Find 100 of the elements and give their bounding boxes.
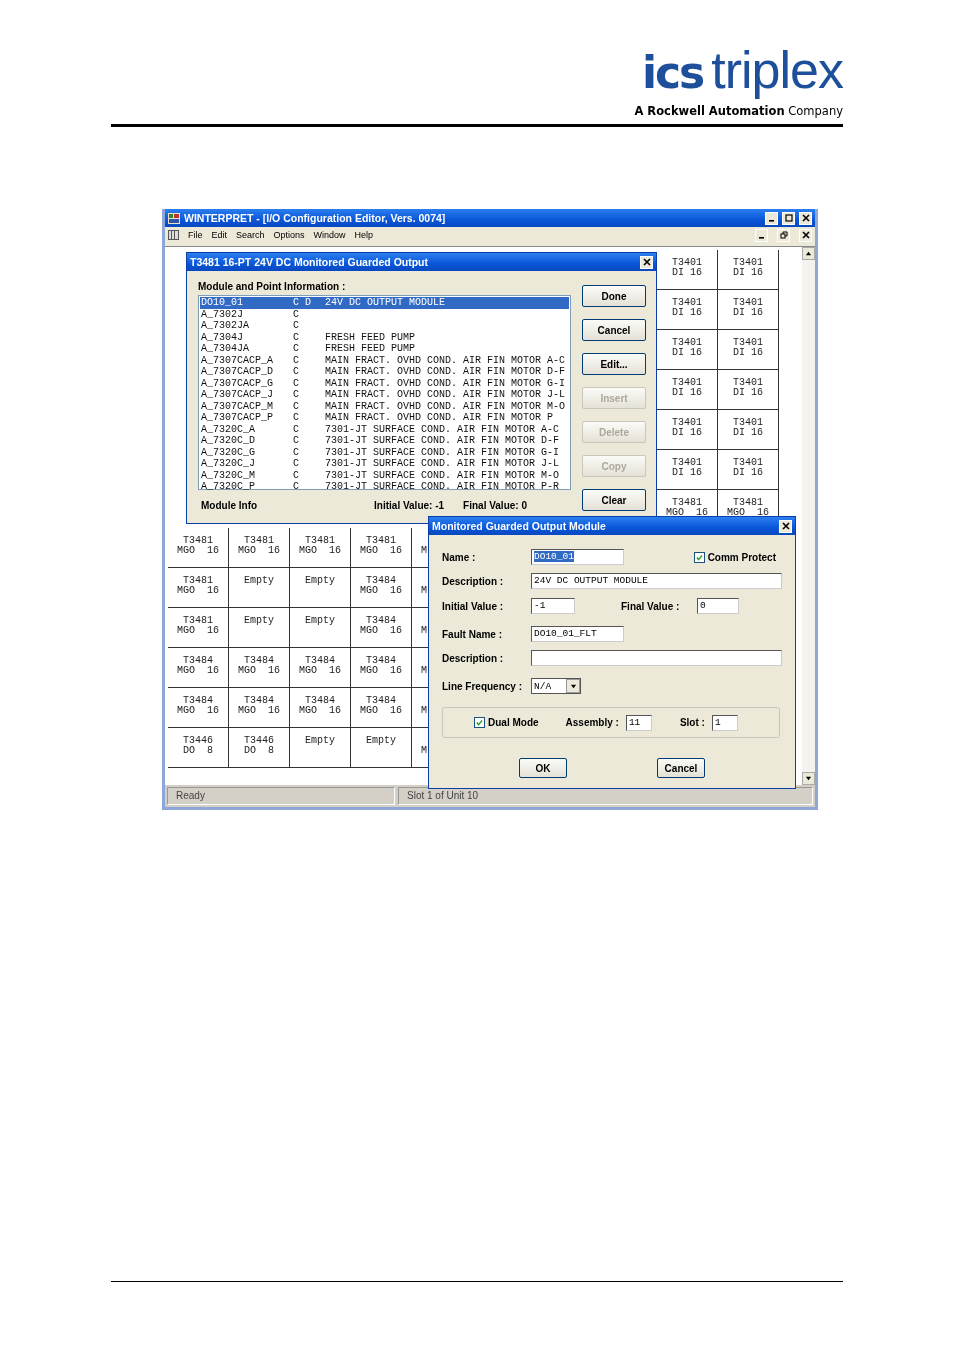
dialog-button[interactable]: Cancel bbox=[657, 758, 705, 778]
menu-item[interactable]: Edit bbox=[211, 230, 228, 240]
minimize-button[interactable] bbox=[765, 211, 778, 225]
field-label: Description : bbox=[442, 652, 505, 664]
field-label: Slot : bbox=[679, 717, 705, 728]
module-slot-cell[interactable]: T3401 DI 16 bbox=[718, 290, 779, 330]
module-slot-cell[interactable]: T3484 MGO 16 bbox=[290, 648, 351, 688]
dialog-button[interactable]: Cancel bbox=[582, 319, 646, 341]
description-field[interactable]: 24V DC OUTPUT MODULE bbox=[531, 573, 782, 589]
point-row[interactable]: A_7320C_G C 7301-JT SURFACE COND. AIR FIN MOTOR G-I bbox=[200, 446, 569, 458]
name-field[interactable]: DO10_01 bbox=[531, 549, 624, 565]
logo-tagline: A Rockwell Automation Company bbox=[634, 104, 843, 118]
field-label: Assembly : bbox=[565, 717, 619, 728]
module-slot-cell[interactable]: Empty bbox=[290, 568, 351, 608]
dialog-button[interactable]: Edit... bbox=[582, 353, 646, 375]
module-slot-cell[interactable]: T3401 DI 16 bbox=[718, 450, 779, 490]
point-row[interactable]: A_7304J C FRESH FEED PUMP bbox=[200, 331, 569, 343]
module-slot-cell[interactable]: T3401 DI 16 bbox=[718, 330, 779, 370]
close-icon bbox=[781, 522, 790, 530]
point-row[interactable]: A_7320C_P C 7301-JT SURFACE COND. AIR FIN MOTOR P-R bbox=[200, 481, 569, 493]
module-slot-cell[interactable]: Empty bbox=[351, 728, 412, 768]
module-slot-cell[interactable]: T3481 MGO 16 bbox=[168, 568, 229, 608]
menu-item[interactable]: Window bbox=[313, 230, 346, 240]
point-row[interactable]: A_7307CACP_J C MAIN FRACT. OVHD COND. AIR FIN MOTOR J-L bbox=[200, 389, 569, 401]
close-button[interactable] bbox=[779, 519, 792, 533]
final-value-text: Final Value: 0 bbox=[463, 500, 527, 511]
initial-value-field[interactable]: -1 bbox=[531, 598, 575, 614]
minimize-button[interactable] bbox=[755, 228, 768, 242]
module-slot-cell[interactable]: T3446 DO 8 bbox=[168, 728, 229, 768]
point-row[interactable]: A_7302JA C bbox=[200, 320, 569, 332]
module-slot-cell[interactable]: T3401 DI 16 bbox=[718, 370, 779, 410]
module-slot-cell[interactable]: T3484 MGO 16 bbox=[168, 648, 229, 688]
point-row[interactable]: A_7320C_D C 7301-JT SURFACE COND. AIR FIN MOTOR D-F bbox=[200, 435, 569, 447]
module-slot-cell[interactable]: T3481 MGO 16 bbox=[168, 608, 229, 648]
menu-item[interactable]: File bbox=[188, 230, 203, 240]
dialog-button[interactable]: OK bbox=[519, 758, 567, 778]
field-label: Line Frequency : bbox=[442, 680, 523, 692]
point-row[interactable]: A_7307CACP_D C MAIN FRACT. OVHD COND. AIR FIN MOTOR D-F bbox=[200, 366, 569, 378]
close-icon bbox=[642, 258, 651, 266]
checkbox[interactable]: Comm Protect bbox=[693, 551, 776, 563]
final-value-field[interactable]: 0 bbox=[697, 598, 739, 614]
line-frequency-select[interactable]: N/A bbox=[531, 678, 581, 694]
point-row[interactable]: A_7307CACP_M C MAIN FRACT. OVHD COND. AIR FIN MOTOR M-O bbox=[200, 400, 569, 412]
module-slot-cell[interactable]: Empty bbox=[229, 568, 290, 608]
assembly-field[interactable]: 11 bbox=[625, 714, 652, 731]
module-slot-cell[interactable]: Empty bbox=[290, 608, 351, 648]
module-slot-cell[interactable]: T3484 MGO 16 bbox=[351, 688, 412, 728]
checkbox-box[interactable] bbox=[474, 717, 485, 728]
close-icon bbox=[801, 214, 810, 222]
close-button[interactable] bbox=[799, 211, 812, 225]
point-row[interactable]: A_7320C_J C 7301-JT SURFACE COND. AIR FIN MOTOR J-L bbox=[200, 458, 569, 470]
point-row[interactable]: A_7304JA C FRESH FEED PUMP bbox=[200, 343, 569, 355]
window-title: WINTERPRET - [I/O Configuration Editor, Vers. 0074] bbox=[184, 212, 447, 224]
menu-item[interactable]: Search bbox=[236, 230, 265, 240]
point-row[interactable]: A_7320C_A C 7301-JT SURFACE COND. AIR FIN MOTOR A-C bbox=[200, 423, 569, 435]
checkbox-box[interactable] bbox=[693, 551, 705, 563]
slot-field[interactable]: 1 bbox=[711, 714, 738, 731]
module-slot-cell[interactable]: T3484 MGO 16 bbox=[351, 648, 412, 688]
module-slot-cell[interactable]: T3484 MGO 16 bbox=[351, 568, 412, 608]
scroll-up-button[interactable] bbox=[802, 247, 815, 260]
module-slot-cell[interactable]: T3401 DI 16 bbox=[718, 410, 779, 450]
module-slot-cell[interactable]: Empty bbox=[229, 608, 290, 648]
scrollbar[interactable] bbox=[802, 247, 815, 785]
down-arrow-icon bbox=[805, 775, 812, 782]
field-label: Final Value : bbox=[621, 600, 681, 612]
module-slot-cell[interactable]: T3481 MGO 16 bbox=[168, 528, 229, 568]
menu-item[interactable]: Help bbox=[354, 230, 374, 240]
dialog-button[interactable]: Clear bbox=[582, 489, 646, 511]
maximize-button[interactable] bbox=[782, 211, 795, 225]
point-row[interactable]: A_7302J C bbox=[200, 308, 569, 320]
dialog-button[interactable]: Done bbox=[582, 285, 646, 307]
restore-icon bbox=[779, 231, 788, 239]
module-slot-cell[interactable]: T3484 MGO 16 bbox=[351, 608, 412, 648]
module-slot-cell[interactable]: T3401 DI 16 bbox=[718, 250, 779, 290]
restore-button[interactable] bbox=[777, 228, 790, 242]
module-info-label: Module Info bbox=[201, 500, 259, 511]
menu-item[interactable]: Options bbox=[273, 230, 305, 240]
module-slot-cell[interactable]: T3481 MGO 16 bbox=[290, 528, 351, 568]
point-row[interactable]: A_7307CACP_G C MAIN FRACT. OVHD COND. AIR FIN MOTOR G-I bbox=[200, 377, 569, 389]
close-button[interactable] bbox=[640, 255, 653, 269]
point-row[interactable]: DO10_01 C D 24V DC OUTPUT MODULE bbox=[200, 297, 569, 309]
module-slot-cell[interactable]: T3484 MGO 16 bbox=[229, 688, 290, 728]
status-text: Ready bbox=[167, 787, 395, 805]
module-slot-cell[interactable]: T3484 MGO 16 bbox=[290, 688, 351, 728]
scroll-down-button[interactable] bbox=[802, 772, 815, 785]
point-row[interactable]: A_7307CACP_A C MAIN FRACT. OVHD COND. AIR FIN MOTOR A-C bbox=[200, 354, 569, 366]
description-field[interactable] bbox=[531, 650, 782, 666]
point-row[interactable]: A_7307CACP_P C MAIN FRACT. OVHD COND. AIR FIN MOTOR P bbox=[200, 412, 569, 424]
module-slot-cell[interactable]: T3446 DO 8 bbox=[229, 728, 290, 768]
fault-name-field[interactable]: DO10_01_FLT bbox=[531, 626, 624, 642]
checkbox[interactable]: Dual Mode bbox=[474, 717, 539, 728]
module-slot-cell[interactable]: Empty bbox=[290, 728, 351, 768]
module-slot-cell[interactable]: T3484 MGO 16 bbox=[229, 648, 290, 688]
module-slot-cell[interactable]: T3481 MGO 16 bbox=[351, 528, 412, 568]
app-icon bbox=[168, 212, 180, 224]
close-button[interactable] bbox=[799, 228, 812, 242]
module-slot-cell[interactable]: T3484 MGO 16 bbox=[168, 688, 229, 728]
section-label: Module and Point Information : bbox=[198, 281, 347, 292]
point-row[interactable]: A_7320C_M C 7301-JT SURFACE COND. AIR FIN MOTOR M-O bbox=[200, 469, 569, 481]
module-slot-cell[interactable]: T3481 MGO 16 bbox=[229, 528, 290, 568]
